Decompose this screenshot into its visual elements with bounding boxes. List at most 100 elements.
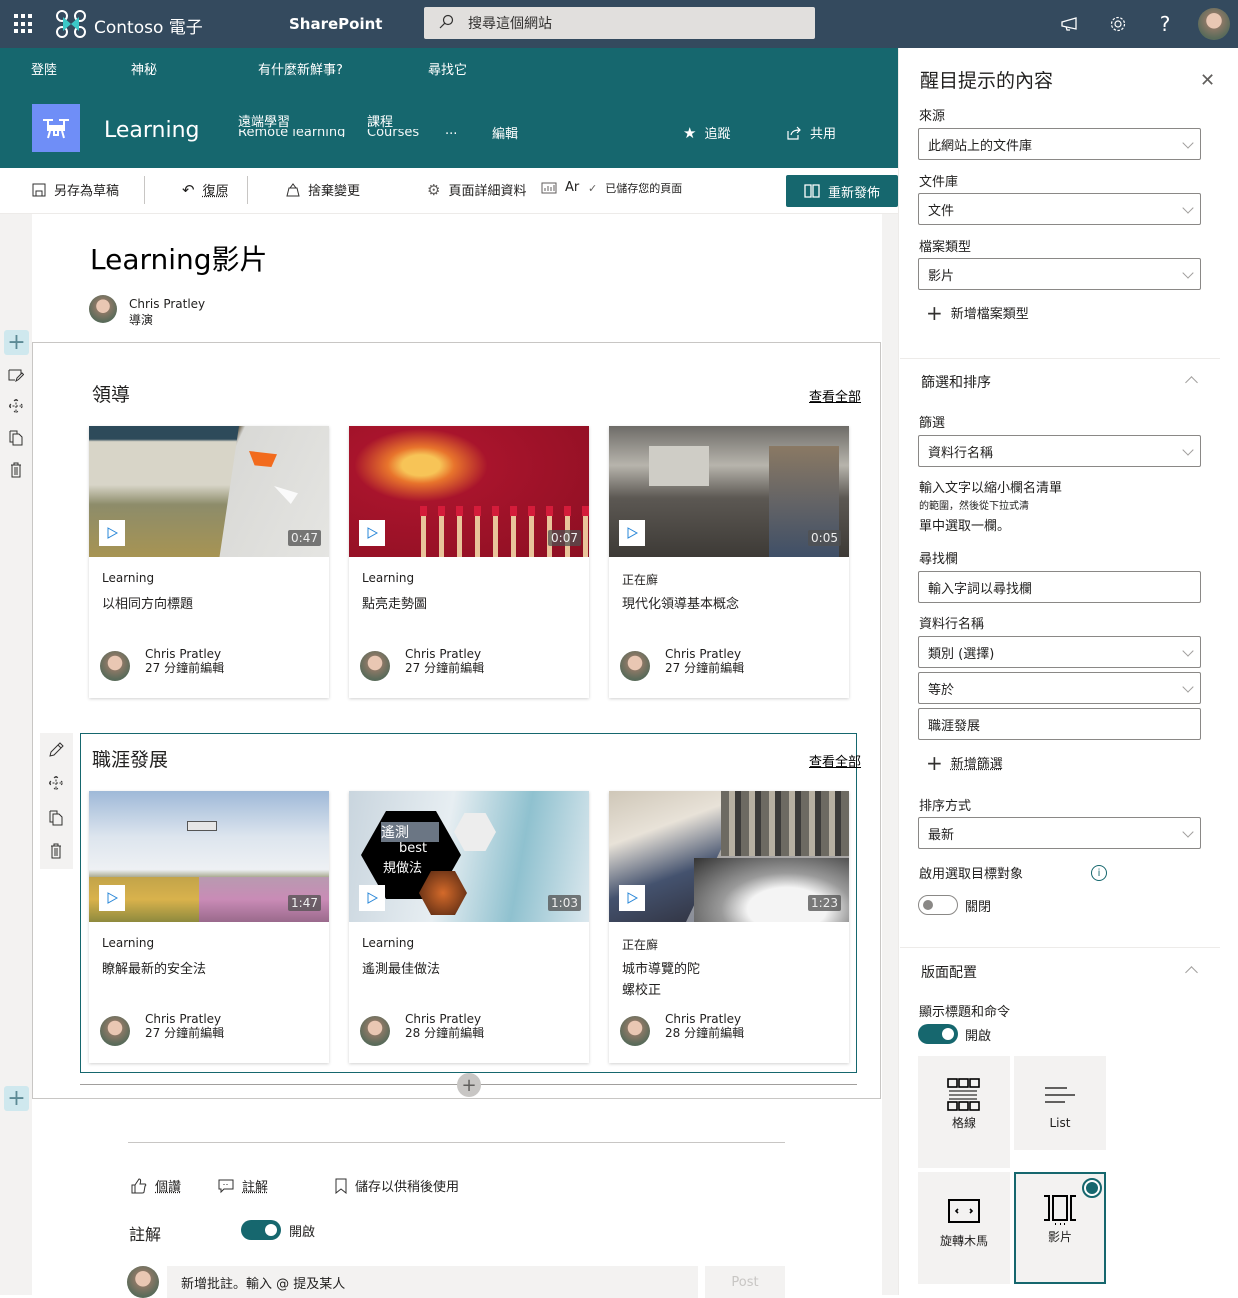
delete-webpart-icon[interactable] — [44, 839, 68, 863]
chevron-down-icon — [1182, 267, 1194, 279]
hub-nav-item[interactable]: 有什麼新鮮事? — [258, 59, 343, 78]
video-card[interactable]: 1:47 Learning 瞭解最新的安全法 Chris Pratley 27 … — [89, 791, 329, 1063]
close-icon[interactable]: ✕ — [1200, 70, 1215, 91]
layout-option-list[interactable]: List — [1014, 1056, 1106, 1150]
hub-nav-item[interactable]: 登陸 — [31, 59, 57, 78]
filter-value-input[interactable]: 職涯發展 — [918, 708, 1201, 740]
hub-nav-item[interactable]: 神秘 — [131, 59, 157, 78]
edit-webpart-icon[interactable] — [44, 738, 68, 762]
duplicate-section-icon[interactable] — [4, 426, 28, 450]
help-icon[interactable]: ? — [1153, 12, 1177, 36]
add-filter-button[interactable]: + 新增篩選 — [926, 753, 1003, 773]
comment-button[interactable]: 註解 — [218, 1176, 268, 1195]
brand-name[interactable]: Contoso 電子 — [94, 13, 203, 38]
author-name[interactable]: Chris Pratley — [129, 297, 205, 311]
card-title[interactable]: 瞭解最新的安全法 — [102, 959, 212, 980]
video-duration: 1:47 — [288, 895, 321, 911]
operator-dropdown[interactable]: 等於 — [918, 672, 1201, 704]
hub-nav-item[interactable]: 尋找它 — [428, 59, 467, 78]
share-button[interactable]: 共用 — [787, 123, 836, 142]
move-section-icon[interactable] — [4, 394, 28, 418]
follow-button[interactable]: ★ 追蹤 — [683, 123, 730, 143]
analytics-button[interactable]: Ar — [541, 180, 579, 195]
comment-icon — [218, 1179, 234, 1193]
edit-section-icon[interactable] — [4, 363, 28, 387]
find-column-input[interactable]: 輸入字詞以尋找欄 — [918, 571, 1201, 603]
add-filetype-button[interactable]: + 新增檔案類型 — [926, 300, 1029, 325]
comments-toggle-label: 開啟 — [289, 1225, 316, 1240]
like-button[interactable]: 個讚 — [131, 1176, 181, 1195]
app-name[interactable]: SharePoint — [289, 15, 382, 33]
nav-sublabel: Remote learning — [238, 129, 346, 137]
discard-changes-button[interactable]: 捨棄變更 — [286, 180, 360, 199]
delete-section-icon[interactable] — [4, 458, 28, 482]
plus-icon: + — [926, 300, 943, 325]
add-section-button[interactable]: + — [4, 330, 29, 355]
filetype-dropdown[interactable]: 影片 — [918, 258, 1201, 290]
site-name[interactable]: Learning — [104, 118, 200, 143]
site-nav-more[interactable]: ... — [445, 123, 457, 138]
webpart-heading[interactable]: 職涯發展 — [92, 745, 168, 772]
see-all-link[interactable]: 查看全部 — [809, 751, 861, 770]
filter-help-text: 單中選取一欄。 — [919, 519, 1011, 534]
post-button[interactable]: Post — [705, 1266, 785, 1298]
card-title[interactable]: 以相同方向標題 — [102, 594, 312, 615]
play-icon[interactable] — [99, 885, 125, 911]
video-card[interactable]: 0:07 Learning 點亮走勢圖 Chris Pratley 27 分鐘前… — [349, 426, 589, 698]
duplicate-webpart-icon[interactable] — [44, 806, 68, 830]
page-title[interactable]: Learning影片 — [90, 238, 268, 278]
waffle-icon[interactable] — [14, 14, 34, 34]
sort-dropdown[interactable]: 最新 — [918, 817, 1201, 849]
save-for-later-button[interactable]: 儲存以供稍後使用 — [335, 1176, 459, 1195]
save-draft-button[interactable]: 另存為草稿 — [32, 180, 119, 199]
layout-option-carousel[interactable]: 旋轉木馬 — [918, 1172, 1010, 1284]
filter-help-text: 輸入文字以縮小欄名清單 — [919, 481, 1063, 496]
comment-input[interactable]: 新增批註。輸入 @ 提及某人 — [167, 1266, 698, 1298]
webpart-heading[interactable]: 領導 — [92, 380, 130, 407]
gear-icon[interactable] — [1106, 12, 1130, 36]
layout-option-filmstrip[interactable]: 影片 — [1014, 1172, 1106, 1284]
video-card[interactable]: 0:47 Learning 以相同方向標題 Chris Pratley 27 分… — [89, 426, 329, 698]
republish-label: 重新發佈 — [827, 185, 880, 201]
video-card[interactable]: 1:23 正在廯 城市導覽的陀螺校正 Chris Pratley 28 分鐘前編… — [609, 791, 849, 1063]
column-dropdown[interactable]: 類別 (選擇) — [918, 636, 1201, 668]
site-logo[interactable] — [32, 104, 80, 152]
layout-heading[interactable]: 版面配置 — [921, 962, 977, 982]
search-box[interactable]: 搜尋這個網站 — [424, 7, 815, 39]
megaphone-icon[interactable] — [1058, 12, 1082, 36]
layout-option-grid[interactable]: 格線 — [918, 1056, 1010, 1168]
add-section-button[interactable]: + — [4, 1086, 29, 1111]
site-nav-courses[interactable]: 課程 Courses — [367, 116, 419, 137]
card-title[interactable]: 遙測最佳做法 — [362, 959, 572, 980]
card-title[interactable]: 現代化領導基本概念 — [622, 594, 832, 615]
play-icon[interactable] — [99, 520, 125, 546]
undo-button[interactable]: ↶ 復原 — [182, 180, 229, 200]
search-icon — [439, 14, 454, 29]
library-dropdown[interactable]: 文件 — [918, 193, 1201, 225]
video-card[interactable]: 0:05 正在廯 現代化領導基本概念 Chris Pratley 27 分鐘前編… — [609, 426, 849, 698]
audience-toggle[interactable] — [918, 895, 958, 915]
republish-button[interactable]: 重新發佈 — [786, 175, 898, 207]
see-all-link[interactable]: 查看全部 — [809, 386, 861, 405]
page-details-button[interactable]: ⚙ 頁面詳細資料 — [427, 180, 526, 200]
show-title-toggle[interactable] — [918, 1024, 958, 1044]
site-nav-edit[interactable]: 編輯 — [492, 123, 518, 142]
comments-toggle[interactable] — [241, 1220, 281, 1240]
move-webpart-icon[interactable] — [44, 771, 68, 795]
info-icon[interactable]: i — [1091, 865, 1107, 881]
play-icon[interactable] — [619, 885, 645, 911]
filter-dropdown[interactable]: 資料行名稱 — [918, 435, 1201, 467]
filter-sort-heading[interactable]: 篩選和排序 — [921, 372, 991, 392]
play-icon[interactable] — [619, 520, 645, 546]
add-webpart-button[interactable]: + — [457, 1073, 481, 1097]
card-title[interactable]: 城市導覽的陀螺校正 — [622, 959, 712, 1001]
play-icon[interactable] — [359, 885, 385, 911]
play-icon[interactable] — [359, 520, 385, 546]
site-nav-remote-learning[interactable]: 遠端學習 Remote learning — [238, 116, 345, 137]
dropdown-value: 最新 — [928, 828, 955, 843]
source-dropdown[interactable]: 此網站上的文件庫 — [918, 128, 1201, 160]
save-for-later-label: 儲存以供稍後使用 — [355, 1180, 460, 1195]
card-title[interactable]: 點亮走勢圖 — [362, 594, 572, 615]
video-card[interactable]: 遙測 best 規做法 1:03 Learning 遙測最佳做法 Chris P… — [349, 791, 589, 1063]
user-avatar[interactable] — [1198, 8, 1230, 40]
